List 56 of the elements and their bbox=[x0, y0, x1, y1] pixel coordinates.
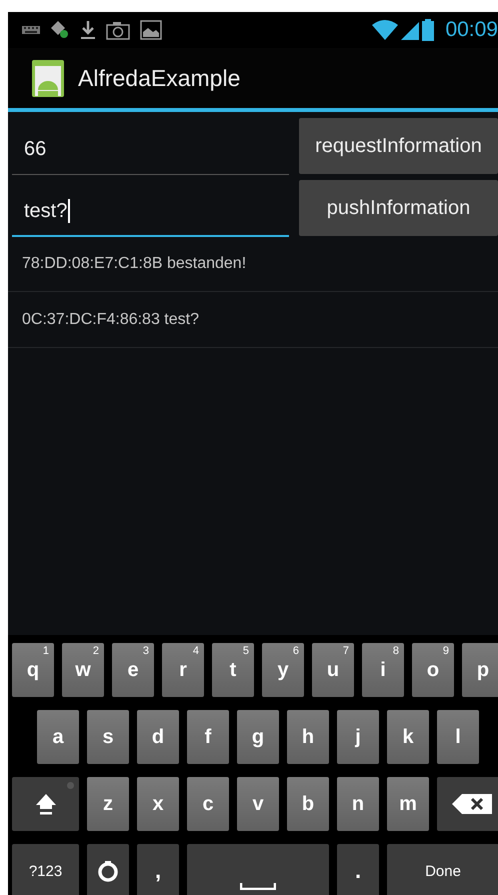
letter-key[interactable]: k bbox=[387, 710, 429, 764]
letter-key[interactable]: p bbox=[462, 643, 498, 697]
settings-key[interactable] bbox=[87, 844, 129, 895]
shift-icon bbox=[34, 793, 56, 815]
text-field[interactable]: 66 bbox=[12, 125, 289, 175]
keyboard-icon bbox=[22, 26, 40, 34]
symbols-key[interactable]: ?123 bbox=[12, 844, 79, 895]
letter-key[interactable]: e 3 bbox=[112, 643, 154, 697]
done-key[interactable]: Done bbox=[387, 844, 498, 895]
letter-key[interactable]: j bbox=[337, 710, 379, 764]
message-text: 78:DD:08:E7:C1:8B bestanden! bbox=[22, 254, 246, 272]
letter-key[interactable]: q 1 bbox=[12, 643, 54, 697]
letter-key[interactable]: b bbox=[287, 777, 329, 831]
signal-icon bbox=[401, 20, 420, 40]
app-notification-icon bbox=[50, 20, 70, 40]
status-time: 00:09 bbox=[445, 18, 498, 42]
letter-key[interactable]: s bbox=[87, 710, 129, 764]
camera-icon bbox=[106, 20, 130, 40]
letter-key[interactable]: f bbox=[187, 710, 229, 764]
letter-key[interactable]: g bbox=[237, 710, 279, 764]
backspace-icon bbox=[452, 794, 492, 814]
letter-key[interactable]: w 2 bbox=[62, 643, 104, 697]
download-icon bbox=[80, 20, 96, 40]
android-app-icon bbox=[32, 60, 64, 96]
app-title: AlfredaExample bbox=[78, 64, 240, 92]
picture-icon bbox=[140, 20, 162, 40]
settings-icon bbox=[97, 860, 119, 882]
letter-key[interactable]: m bbox=[387, 777, 429, 831]
backspace-key[interactable] bbox=[437, 777, 498, 831]
text-cursor bbox=[68, 199, 70, 223]
letter-key[interactable]: x bbox=[137, 777, 179, 831]
letter-key[interactable]: d bbox=[137, 710, 179, 764]
letter-key[interactable]: n bbox=[337, 777, 379, 831]
letter-key[interactable]: r 4 bbox=[162, 643, 204, 697]
message-text: 0C:37:DC:F4:86:83 test? bbox=[22, 310, 199, 328]
action-button[interactable]: pushInformation bbox=[299, 180, 498, 236]
letter-key[interactable]: y 6 bbox=[262, 643, 304, 697]
letter-key[interactable]: o 9 bbox=[412, 643, 454, 697]
letter-key[interactable]: h bbox=[287, 710, 329, 764]
letter-key[interactable]: i 8 bbox=[362, 643, 404, 697]
letter-key[interactable]: z bbox=[87, 777, 129, 831]
letter-key[interactable]: u 7 bbox=[312, 643, 354, 697]
letter-key[interactable]: l bbox=[437, 710, 479, 764]
letter-key[interactable]: v bbox=[237, 777, 279, 831]
shift-lock-indicator bbox=[67, 782, 74, 789]
battery-icon bbox=[422, 19, 434, 41]
space-icon bbox=[240, 883, 276, 890]
text-field[interactable]: test? bbox=[12, 187, 289, 237]
letter-key[interactable]: c bbox=[187, 777, 229, 831]
action-button[interactable]: requestInformation bbox=[299, 118, 498, 174]
wifi-icon bbox=[372, 20, 398, 40]
punctuation-key[interactable]: . bbox=[337, 844, 379, 895]
punctuation-key[interactable]: , bbox=[137, 844, 179, 895]
shift-key[interactable] bbox=[12, 777, 79, 831]
letter-key[interactable]: a bbox=[37, 710, 79, 764]
letter-key[interactable]: t 5 bbox=[212, 643, 254, 697]
